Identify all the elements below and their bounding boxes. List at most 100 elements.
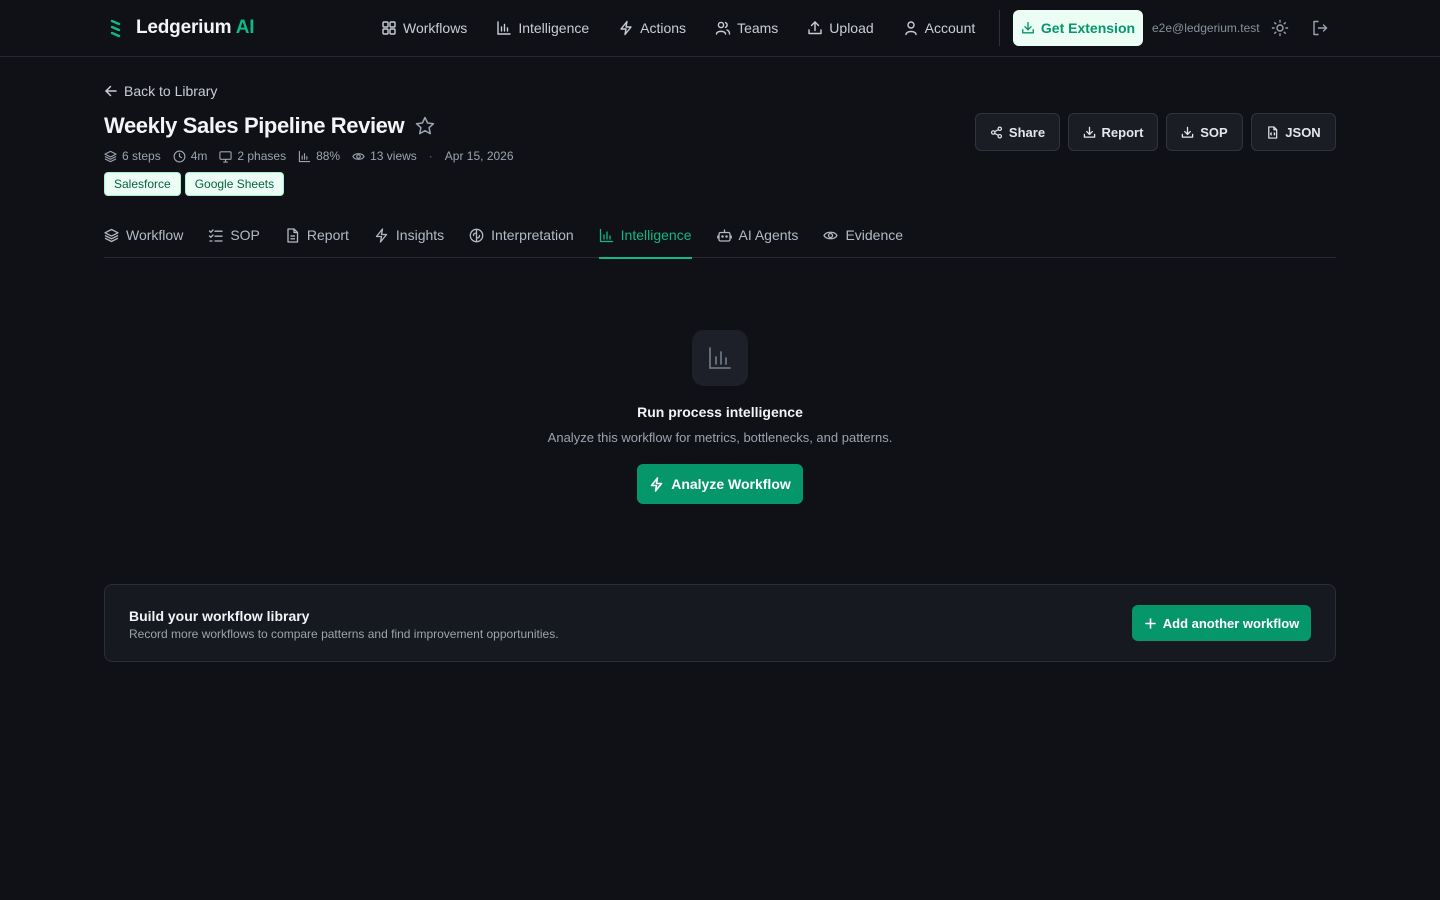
brand-name-accent: AI bbox=[235, 17, 255, 38]
meta-steps: 6 steps bbox=[104, 149, 161, 163]
analyze-workflow-label: Analyze Workflow bbox=[671, 476, 791, 492]
tab-label: Report bbox=[306, 227, 349, 243]
tag-salesforce[interactable]: Salesforce bbox=[104, 172, 181, 196]
ledger-stack-icon bbox=[106, 17, 126, 39]
workflow-meta: 6 steps 4m 2 phases 88% 13 views · Apr 1… bbox=[104, 149, 514, 163]
analyze-workflow-button[interactable]: Analyze Workflow bbox=[637, 464, 803, 504]
tab-ai-agents[interactable]: AI Agents bbox=[716, 212, 799, 258]
meta-duration: 4m bbox=[173, 149, 208, 163]
user-icon bbox=[903, 20, 919, 36]
brand-logo[interactable]: Ledgerium AI bbox=[106, 17, 255, 39]
share-label: Share bbox=[1008, 124, 1046, 140]
nav-item-teams[interactable]: Teams bbox=[715, 20, 778, 36]
robot-icon bbox=[716, 228, 732, 243]
json-download-button[interactable]: JSON bbox=[1251, 113, 1336, 151]
eye-icon bbox=[823, 228, 839, 243]
get-extension-label: Get Extension bbox=[1040, 20, 1136, 36]
tab-evidence[interactable]: Evidence bbox=[823, 212, 903, 258]
json-label: JSON bbox=[1285, 124, 1321, 140]
brand-name-main: Ledgerium bbox=[136, 17, 232, 38]
nav-item-intelligence[interactable]: Intelligence bbox=[496, 20, 589, 36]
arrow-left-icon bbox=[104, 84, 118, 98]
nav-item-label: Actions bbox=[640, 20, 687, 36]
library-card-title: Build your workflow library bbox=[129, 608, 310, 624]
nav-item-label: Upload bbox=[829, 20, 874, 36]
tag-google-sheets[interactable]: Google Sheets bbox=[184, 172, 285, 196]
tab-workflow[interactable]: Workflow bbox=[104, 212, 183, 258]
workflow-tabs: Workflow SOP Report Insights Interpretat… bbox=[104, 212, 1336, 259]
nav-item-label: Workflows bbox=[403, 20, 468, 36]
tab-interpretation[interactable]: Interpretation bbox=[469, 212, 574, 258]
sop-download-button[interactable]: SOP bbox=[1166, 113, 1243, 151]
nav-item-label: Teams bbox=[737, 20, 779, 36]
nav-item-label: Intelligence bbox=[518, 20, 590, 36]
brain-icon bbox=[469, 228, 484, 243]
meta-duration-value: 4m bbox=[190, 149, 208, 163]
meta-phases-value: 2 phases bbox=[237, 149, 287, 163]
nav-item-upload[interactable]: Upload bbox=[807, 20, 874, 36]
tab-sop[interactable]: SOP bbox=[208, 212, 260, 258]
upload-icon bbox=[807, 20, 823, 36]
report-label: Report bbox=[1101, 124, 1144, 140]
header-actions: Share Report SOP JSON bbox=[975, 113, 1336, 151]
tab-label: Interpretation bbox=[491, 227, 574, 243]
meta-date: Apr 15, 2026 bbox=[444, 149, 514, 163]
meta-separator: · bbox=[428, 149, 433, 163]
get-extension-button[interactable]: Get Extension bbox=[1013, 10, 1143, 46]
lightning-icon bbox=[618, 20, 634, 36]
page-title: Weekly Sales Pipeline Review bbox=[104, 113, 405, 138]
empty-state-icon-box bbox=[692, 330, 748, 386]
sun-icon[interactable] bbox=[1271, 19, 1289, 37]
tab-label: Workflow bbox=[126, 227, 184, 243]
workflow-library-card: Build your workflow library Record more … bbox=[104, 584, 1336, 662]
logout-icon[interactable] bbox=[1311, 19, 1329, 37]
bar-chart-icon bbox=[496, 20, 512, 36]
title-row: Weekly Sales Pipeline Review bbox=[104, 113, 436, 139]
tab-intelligence[interactable]: Intelligence bbox=[598, 212, 692, 259]
download-icon bbox=[1021, 21, 1035, 35]
eye-icon bbox=[352, 150, 365, 163]
report-download-button[interactable]: Report bbox=[1068, 113, 1158, 151]
bar-chart-icon bbox=[707, 345, 733, 371]
checklist-icon bbox=[208, 228, 223, 243]
library-card-description: Record more workflows to compare pattern… bbox=[129, 627, 559, 641]
top-navigation-bar: Ledgerium AI Workflows Intelligence Acti… bbox=[0, 0, 1440, 57]
sop-label: SOP bbox=[1200, 124, 1228, 140]
back-to-library-label: Back to Library bbox=[124, 83, 218, 99]
user-email: e2e@ledgerium.test bbox=[1152, 21, 1260, 35]
back-to-library-link[interactable]: Back to Library bbox=[104, 83, 217, 99]
nav-item-actions[interactable]: Actions bbox=[618, 20, 686, 36]
nav-divider bbox=[999, 10, 1000, 46]
share-icon bbox=[990, 126, 1003, 139]
add-another-workflow-label: Add another workflow bbox=[1162, 615, 1300, 631]
lightning-icon bbox=[374, 227, 389, 243]
monitor-icon bbox=[219, 150, 233, 163]
add-another-workflow-button[interactable]: Add another workflow bbox=[1132, 605, 1311, 641]
layers-icon bbox=[104, 150, 117, 163]
file-code-icon bbox=[1266, 125, 1279, 139]
nav-item-workflows[interactable]: Workflows bbox=[381, 20, 467, 36]
tab-label: SOP bbox=[230, 227, 260, 243]
meta-views-value: 13 views bbox=[370, 149, 417, 163]
empty-state-description: Analyze this workflow for metrics, bottl… bbox=[547, 430, 893, 445]
tab-report[interactable]: Report bbox=[285, 212, 349, 258]
meta-score-value: 88% bbox=[316, 149, 341, 163]
nav-item-account[interactable]: Account bbox=[903, 20, 976, 36]
nav-item-label: Account bbox=[924, 20, 976, 36]
tab-label: AI Agents bbox=[738, 227, 799, 243]
star-icon[interactable] bbox=[414, 115, 436, 137]
grid-icon bbox=[381, 20, 397, 36]
empty-state-title: Run process intelligence bbox=[637, 404, 803, 420]
brand-name: Ledgerium AI bbox=[136, 17, 255, 39]
meta-views: 13 views bbox=[352, 149, 417, 163]
meta-score: 88% bbox=[298, 149, 340, 163]
tab-label: Evidence bbox=[845, 227, 904, 243]
tab-insights[interactable]: Insights bbox=[374, 212, 444, 258]
clock-icon bbox=[173, 150, 186, 163]
document-icon bbox=[285, 227, 300, 243]
tab-label: Intelligence bbox=[620, 227, 692, 243]
main-nav: Workflows Intelligence Actions Teams Upl… bbox=[381, 0, 975, 56]
meta-phases: 2 phases bbox=[219, 149, 286, 163]
download-icon bbox=[1181, 126, 1194, 139]
share-button[interactable]: Share bbox=[975, 113, 1060, 151]
